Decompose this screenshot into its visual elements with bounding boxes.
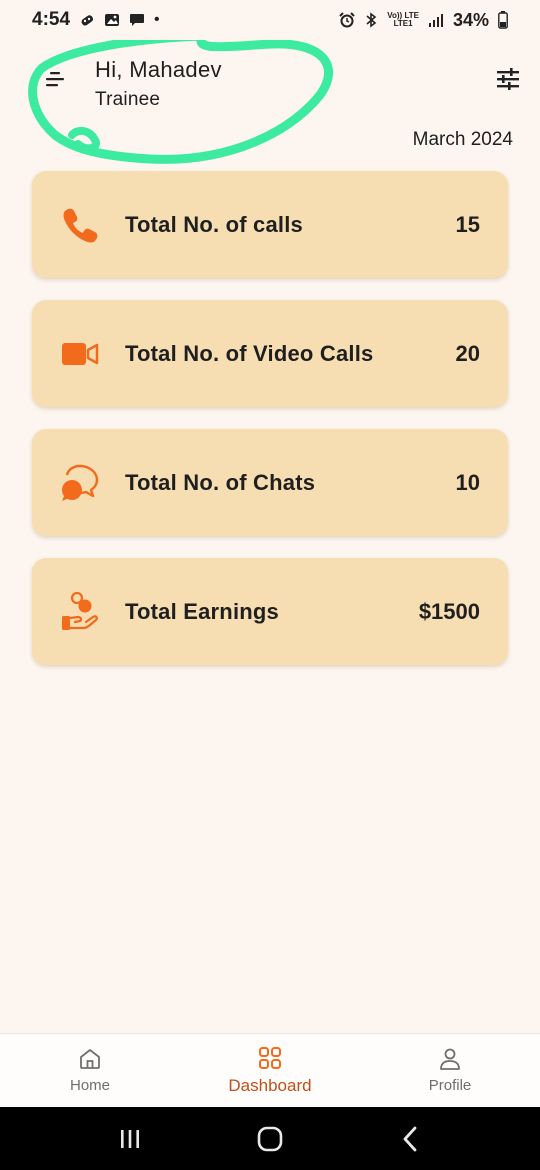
home-circle-icon [257, 1126, 283, 1151]
menu-icon [46, 72, 64, 87]
game-icon [79, 12, 95, 28]
status-bar-right: Vo)) LTE LTE1 34% [339, 10, 508, 31]
filter-button[interactable] [496, 67, 520, 91]
image-icon [104, 12, 120, 28]
video-calls-card[interactable]: Total No. of Video Calls 20 [32, 300, 508, 407]
battery-icon [498, 11, 508, 29]
card-label: Total No. of Chats [125, 469, 316, 495]
nav-label: Home [69, 1077, 110, 1094]
status-time: 4:54 [32, 9, 71, 30]
chat-icon [129, 12, 145, 28]
filter-sliders-icon [497, 68, 519, 90]
card-value: 10 [455, 469, 480, 495]
chats-card[interactable]: Total No. of Chats 10 [32, 429, 508, 536]
back-button[interactable] [390, 1119, 430, 1159]
home-icon [80, 1049, 100, 1069]
profile-icon [440, 1048, 460, 1070]
nav-dashboard[interactable]: Dashboard [180, 1034, 360, 1107]
system-navigation-bar [0, 1107, 540, 1170]
signal-icon [428, 12, 444, 28]
app-header: Hi, Mahadev Trainee March 2024 [0, 40, 540, 170]
nav-home[interactable]: Home [0, 1034, 180, 1107]
greeting-text: Hi, Mahadev [95, 57, 222, 82]
home-system-button[interactable] [250, 1119, 290, 1159]
back-chevron-icon [403, 1126, 417, 1151]
network-type: Vo)) LTE LTE1 [387, 11, 419, 28]
battery-percent: 34% [452, 9, 489, 30]
calls-card[interactable]: Total No. of calls 15 [32, 171, 508, 278]
card-value: 15 [455, 211, 480, 237]
card-value: 20 [455, 340, 480, 366]
recent-apps-button[interactable] [110, 1119, 150, 1159]
card-label: Total Earnings [125, 598, 279, 624]
stats-cards: Total No. of calls 15 Total No. of Video… [32, 171, 508, 687]
dashboard-screen: 4:54 • Vo)) LTE LTE1 34% Hi, Mahadev Tra… [0, 0, 540, 1170]
nav-label: Profile [428, 1077, 472, 1094]
card-label: Total No. of Video Calls [125, 340, 374, 366]
highlight-scribble [28, 40, 334, 164]
earnings-hand-icon [60, 592, 100, 632]
bluetooth-icon [364, 12, 378, 28]
month-label: March 2024 [412, 129, 513, 150]
nav-label: Dashboard [228, 1075, 312, 1095]
user-role: Trainee [95, 89, 161, 110]
menu-button[interactable] [44, 68, 66, 90]
card-label: Total No. of calls [125, 211, 303, 237]
card-value: $1500 [418, 598, 480, 624]
video-camera-icon [60, 334, 100, 374]
recent-apps-icon [121, 1129, 139, 1148]
status-bar-left: 4:54 • [32, 9, 160, 31]
phone-icon [60, 205, 100, 245]
chat-bubbles-icon [60, 463, 100, 503]
status-bar: 4:54 • Vo)) LTE LTE1 34% [0, 0, 540, 40]
status-dot: • [154, 11, 160, 28]
bottom-navigation: Home Dashboard Profile [0, 1033, 540, 1107]
dashboard-grid-icon [259, 1046, 281, 1069]
alarm-icon [339, 12, 355, 28]
earnings-card[interactable]: Total Earnings $1500 [32, 558, 508, 665]
nav-profile[interactable]: Profile [360, 1034, 540, 1107]
